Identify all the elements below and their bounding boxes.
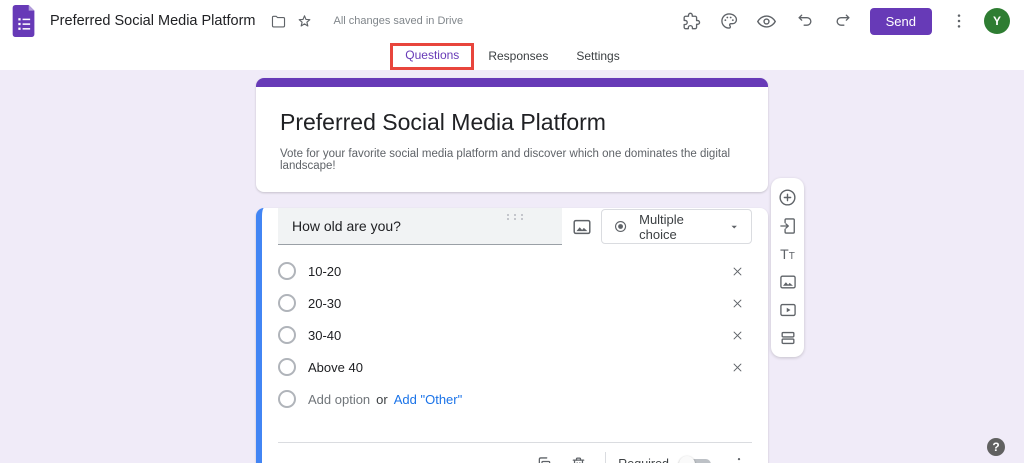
- form-header-body: Preferred Social Media Platform Vote for…: [256, 87, 768, 192]
- folder-icon: [271, 15, 286, 27]
- add-option-button[interactable]: Add option: [308, 392, 370, 407]
- or-label: or: [376, 391, 388, 407]
- question-footer-toolbar: Required: [278, 442, 752, 463]
- question-more-options-button[interactable]: [726, 451, 752, 463]
- editor-tab-bar: Questions Responses Settings: [0, 42, 1024, 70]
- star-icon: [298, 14, 311, 27]
- add-video-button[interactable]: [775, 297, 800, 322]
- google-forms-logo-icon[interactable]: [10, 4, 38, 38]
- add-question-icon: [779, 189, 796, 206]
- required-label: Required: [618, 457, 669, 463]
- palette-icon: [720, 13, 737, 29]
- close-icon: [733, 267, 741, 275]
- remove-option-button[interactable]: [724, 322, 750, 348]
- option-label[interactable]: 20-30: [308, 296, 341, 311]
- close-icon: [733, 363, 741, 371]
- question-card[interactable]: How old are you? Multiple choice 10-20 2…: [256, 208, 768, 463]
- tab-questions-annotation-box[interactable]: Questions: [390, 43, 475, 70]
- video-icon: [779, 303, 796, 316]
- form-content-column: Preferred Social Media Platform Vote for…: [256, 70, 768, 463]
- drag-handle-icon[interactable]: [507, 214, 523, 220]
- option-label[interactable]: 10-20: [308, 264, 341, 279]
- import-questions-icon: [779, 217, 795, 234]
- options-list: 10-20 20-30 30-40 Above 40 Add option or…: [278, 255, 752, 415]
- kebab-menu-icon: [737, 458, 741, 463]
- form-description[interactable]: Vote for your favorite social media plat…: [280, 148, 744, 172]
- option-label[interactable]: 30-40: [308, 328, 341, 343]
- add-title-icon: TT: [780, 245, 795, 262]
- undo-icon: [798, 14, 812, 26]
- form-header-card[interactable]: Preferred Social Media Platform Vote for…: [256, 78, 768, 192]
- tab-questions[interactable]: Questions: [405, 48, 459, 62]
- radio-circle-icon: [278, 294, 296, 312]
- add-title-button[interactable]: TT: [775, 241, 800, 266]
- add-section-icon: [781, 331, 794, 344]
- form-canvas: Preferred Social Media Platform Vote for…: [0, 70, 1024, 463]
- image-icon: [779, 275, 796, 288]
- close-icon: [733, 299, 741, 307]
- redo-icon: [836, 14, 850, 26]
- top-bar: Preferred Social Media Platform All chan…: [0, 0, 1024, 42]
- tab-settings[interactable]: Settings: [562, 42, 633, 70]
- trash-icon: [572, 457, 585, 463]
- multiple-choice-icon: [614, 220, 627, 233]
- option-row: 20-30: [278, 287, 752, 319]
- option-label[interactable]: Above 40: [308, 360, 363, 375]
- option-row: 30-40: [278, 319, 752, 351]
- chevron-down-icon: [731, 225, 737, 229]
- remove-option-button[interactable]: [724, 290, 750, 316]
- toggle-knob: [679, 456, 695, 463]
- delete-question-button[interactable]: [565, 451, 591, 463]
- save-status: All changes saved in Drive: [333, 15, 464, 27]
- copy-icon: [538, 456, 551, 463]
- eye-icon: [757, 14, 777, 28]
- import-questions-button[interactable]: [775, 213, 800, 238]
- add-ons-button[interactable]: [678, 8, 704, 34]
- puzzle-icon: [683, 12, 700, 30]
- radio-circle-icon: [278, 262, 296, 280]
- remove-option-button[interactable]: [724, 258, 750, 284]
- customize-theme-button[interactable]: [716, 8, 742, 34]
- add-image-button[interactable]: [775, 269, 800, 294]
- radio-circle-icon: [278, 326, 296, 344]
- add-question-button[interactable]: [775, 185, 800, 210]
- redo-button[interactable]: [830, 8, 856, 34]
- move-to-folder-button[interactable]: [268, 10, 290, 32]
- theme-color-strip: [256, 78, 768, 87]
- account-avatar[interactable]: Y: [984, 8, 1010, 34]
- option-row: 10-20: [278, 255, 752, 287]
- close-icon: [733, 331, 741, 339]
- radio-circle-icon: [278, 390, 296, 408]
- question-type-select[interactable]: Multiple choice: [601, 209, 752, 244]
- kebab-menu-icon: [957, 14, 961, 28]
- radio-circle-icon: [278, 358, 296, 376]
- top-bar-left: Preferred Social Media Platform All chan…: [10, 4, 463, 38]
- add-option-row: Add option or Add "Other": [278, 383, 752, 415]
- undo-button[interactable]: [792, 8, 818, 34]
- send-button[interactable]: Send: [869, 7, 932, 35]
- form-title[interactable]: Preferred Social Media Platform: [280, 109, 744, 136]
- preview-button[interactable]: [754, 8, 780, 34]
- add-image-to-question-button[interactable]: [569, 214, 595, 240]
- remove-option-button[interactable]: [724, 354, 750, 380]
- star-button[interactable]: [294, 10, 316, 32]
- option-row: Above 40: [278, 351, 752, 383]
- more-options-button[interactable]: [946, 8, 972, 34]
- question-tools-toolbar: TT: [771, 178, 804, 357]
- top-bar-right: Send Y: [678, 7, 1010, 35]
- footer-divider: [605, 452, 607, 463]
- add-section-button[interactable]: [775, 325, 800, 350]
- question-type-label: Multiple choice: [639, 211, 684, 242]
- image-icon: [572, 219, 591, 234]
- duplicate-question-button[interactable]: [531, 451, 557, 463]
- document-title[interactable]: Preferred Social Media Platform: [50, 13, 256, 29]
- add-other-button[interactable]: Add "Other": [394, 392, 463, 407]
- required-toggle[interactable]: [679, 455, 712, 463]
- help-button[interactable]: ?: [987, 438, 1005, 456]
- tab-responses[interactable]: Responses: [474, 42, 562, 70]
